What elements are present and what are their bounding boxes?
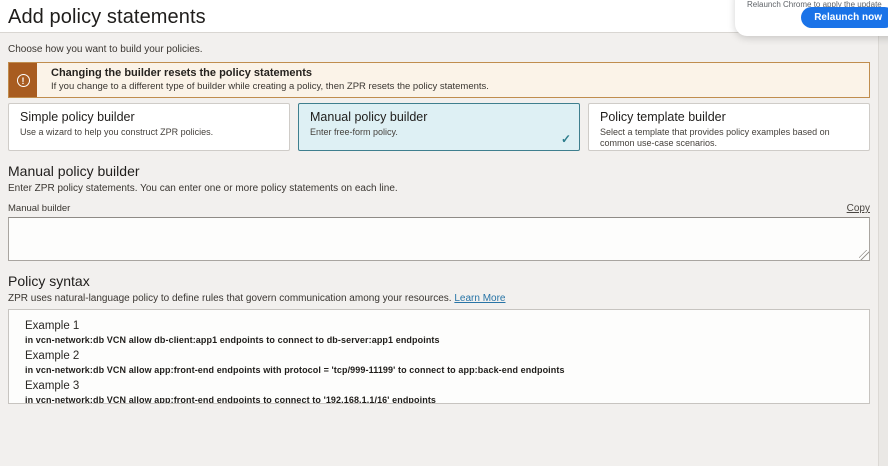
builder-options: Simple policy builder Use a wizard to he… [8,103,870,151]
manual-builder-textarea[interactable] [8,217,870,261]
main-content: Choose how you want to build your polici… [0,33,888,404]
browser-update-popup: Relaunch Chrome to apply the update Rela… [735,0,888,36]
example-statement: in vcn-network:db VCN allow app:front-en… [25,395,859,404]
policy-syntax-description-text: ZPR uses natural-language policy to defi… [8,293,452,304]
warning-banner-accent: ! [9,63,37,97]
manual-builder-heading: Manual policy builder [8,163,870,179]
example-statement: in vcn-network:db VCN allow app:front-en… [25,365,859,375]
example-statement: in vcn-network:db VCN allow db-client:ap… [25,335,859,345]
manual-builder-description: Enter ZPR policy statements. You can ent… [8,183,870,194]
policy-examples-box: Example 1 in vcn-network:db VCN allow db… [8,309,870,404]
example-label: Example 3 [25,380,859,392]
card-simple-policy-builder[interactable]: Simple policy builder Use a wizard to he… [8,103,290,151]
relaunch-now-button[interactable]: Relaunch now [801,7,888,28]
learn-more-link[interactable]: Learn More [454,293,505,304]
warning-icon: ! [17,74,30,87]
warning-banner-body: Changing the builder resets the policy s… [37,63,499,97]
warning-title: Changing the builder resets the policy s… [51,67,489,79]
intro-text: Choose how you want to build your polici… [8,44,870,55]
policy-syntax-heading: Policy syntax [8,273,870,289]
card-description: Enter free-form policy. [310,127,568,138]
card-title: Simple policy builder [20,110,278,124]
card-policy-template-builder[interactable]: Policy template builder Select a templat… [588,103,870,151]
card-manual-policy-builder[interactable]: Manual policy builder Enter free-form po… [298,103,580,151]
example-label: Example 2 [25,350,859,362]
copy-link[interactable]: Copy [847,203,870,214]
manual-builder-field-row: Manual builder Copy [8,203,870,214]
card-description: Use a wizard to help you construct ZPR p… [20,127,278,138]
policy-syntax-description: ZPR uses natural-language policy to defi… [8,293,870,304]
warning-banner: ! Changing the builder resets the policy… [8,62,870,98]
card-title: Policy template builder [600,110,858,124]
manual-builder-label: Manual builder [8,203,70,214]
card-title: Manual policy builder [310,110,568,124]
scrollbar-gutter[interactable] [878,33,888,466]
checkmark-icon: ✓ [561,132,571,146]
card-description: Select a template that provides policy e… [600,127,858,150]
example-label: Example 1 [25,320,859,332]
warning-description: If you change to a different type of bui… [51,81,489,92]
